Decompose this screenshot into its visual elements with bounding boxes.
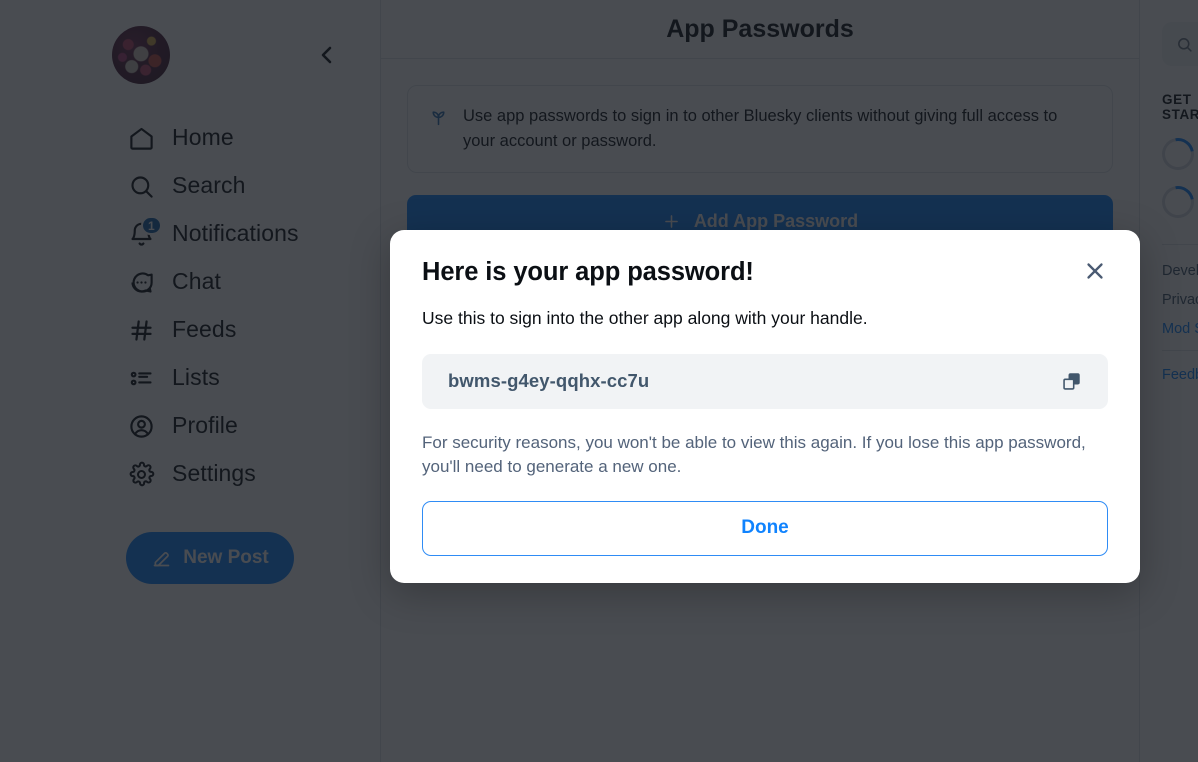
app-password-value: bwms-g4ey-qqhx-cc7u xyxy=(448,370,650,391)
copy-icon[interactable] xyxy=(1054,364,1088,398)
close-icon[interactable] xyxy=(1078,254,1112,288)
modal-subtitle: Use this to sign into the other app alon… xyxy=(422,308,868,328)
app-password-modal: Here is your app password! Use this to s… xyxy=(390,230,1140,583)
done-button[interactable]: Done xyxy=(422,500,1108,556)
modal-title: Here is your app password! xyxy=(422,258,754,286)
done-button-label: Done xyxy=(741,517,789,539)
security-note: For security reasons, you won't be able … xyxy=(422,432,1086,477)
app-password-field[interactable]: bwms-g4ey-qqhx-cc7u xyxy=(422,353,1108,409)
